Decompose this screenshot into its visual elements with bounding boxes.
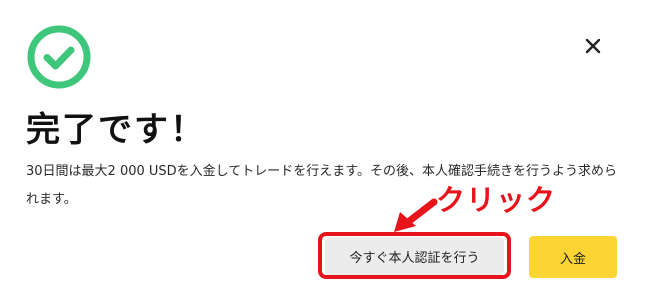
deposit-button[interactable]: 入金 (529, 236, 617, 278)
close-button[interactable] (576, 29, 610, 63)
close-icon (585, 38, 601, 54)
verify-now-button[interactable]: 今すぐ本人認証を行う (325, 237, 504, 275)
annotation-label: クリック (436, 183, 557, 217)
check-circle-icon (27, 25, 91, 89)
completion-dialog: 完了です！ 30日間は最大2 000 USDを入金してトレードを行えます。その後… (0, 0, 652, 296)
dialog-title: 完了です！ (26, 110, 206, 150)
